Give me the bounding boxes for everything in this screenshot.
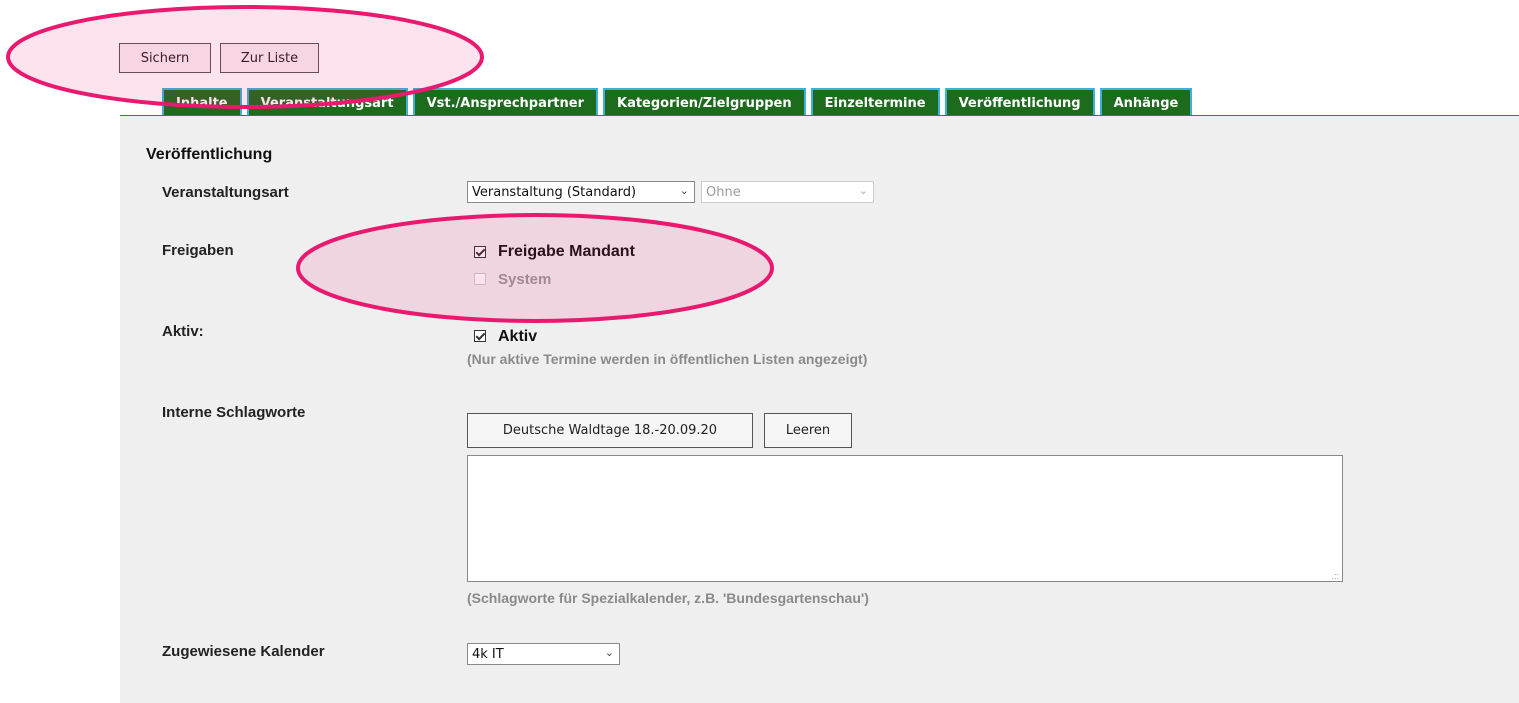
resize-grip-icon[interactable]: .:: bbox=[1331, 572, 1339, 581]
tab-inhalte[interactable]: Inhalte bbox=[162, 88, 242, 116]
schlagworte-textarea[interactable]: .:: bbox=[467, 455, 1343, 582]
aktiv-label: Aktiv: bbox=[162, 323, 204, 340]
chevron-down-icon: ⌄ bbox=[679, 184, 689, 197]
subtype-select-value: Ohne bbox=[706, 184, 741, 200]
aktiv-hint: (Nur aktive Termine werden in öffentlich… bbox=[467, 351, 868, 367]
schlagworte-hint: (Schlagworte für Spezialkalender, z.B. '… bbox=[467, 590, 869, 606]
kalender-select[interactable]: 4k IT ⌄ bbox=[467, 643, 620, 665]
system-label: System bbox=[498, 271, 552, 288]
section-title: Veröffentlichung bbox=[146, 146, 273, 163]
aktiv-checkbox[interactable] bbox=[474, 330, 486, 342]
tab-bar: Inhalte Veranstaltungsart Vst./Ansprechp… bbox=[162, 88, 1193, 116]
kalender-label: Zugewiesene Kalender bbox=[162, 643, 325, 660]
tab-ansprechpartner[interactable]: Vst./Ansprechpartner bbox=[412, 88, 598, 116]
veranstaltungsart-label: Veranstaltungsart bbox=[162, 184, 289, 201]
tag-deutsche-waldtage-button[interactable]: Deutsche Waldtage 18.-20.09.20 bbox=[467, 413, 753, 448]
schlagworte-label: Interne Schlagworte bbox=[162, 404, 306, 421]
subtype-select[interactable]: Ohne ⌄ bbox=[701, 181, 874, 203]
veranstaltungsart-select[interactable]: Veranstaltung (Standard) ⌄ bbox=[467, 181, 695, 203]
content-panel bbox=[120, 116, 1519, 703]
freigabe-mandant-checkbox[interactable] bbox=[474, 246, 486, 258]
tab-anhaenge[interactable]: Anhänge bbox=[1099, 88, 1193, 116]
chevron-down-icon: ⌄ bbox=[604, 646, 614, 659]
freigaben-label: Freigaben bbox=[162, 242, 234, 259]
tab-kategorien[interactable]: Kategorien/Zielgruppen bbox=[603, 88, 806, 116]
tab-veroeffentlichung[interactable]: Veröffentlichung bbox=[944, 88, 1095, 116]
veranstaltungsart-select-value: Veranstaltung (Standard) bbox=[472, 184, 637, 200]
clear-tags-button[interactable]: Leeren bbox=[764, 413, 852, 448]
kalender-select-value: 4k IT bbox=[472, 646, 504, 662]
aktiv-checkbox-label: Aktiv bbox=[498, 328, 538, 345]
save-button[interactable]: Sichern bbox=[119, 43, 211, 73]
tab-einzeltermine[interactable]: Einzeltermine bbox=[810, 88, 940, 116]
freigabe-mandant-label: Freigabe Mandant bbox=[498, 243, 635, 260]
to-list-button[interactable]: Zur Liste bbox=[220, 43, 319, 73]
tab-veranstaltungsart[interactable]: Veranstaltungsart bbox=[246, 88, 408, 116]
chevron-down-icon: ⌄ bbox=[858, 184, 868, 197]
system-checkbox[interactable] bbox=[474, 273, 486, 285]
